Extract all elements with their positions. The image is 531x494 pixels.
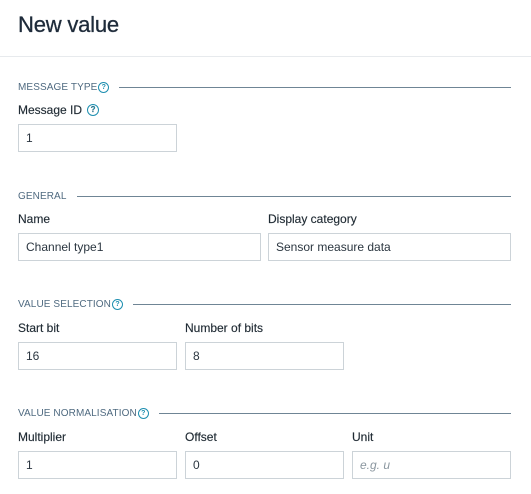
section-title-value-normalisation: VALUE NORMALISATION xyxy=(18,407,137,419)
section-title-general: GENERAL xyxy=(18,190,67,202)
name-label: Name xyxy=(18,212,51,226)
unit-input[interactable]: e.g. u xyxy=(352,451,511,479)
number-of-bits-input[interactable]: 8 xyxy=(185,342,344,370)
section-value-selection: VALUE SELECTION ? xyxy=(18,297,511,311)
section-divider xyxy=(133,303,511,305)
section-general: GENERAL xyxy=(18,189,511,203)
help-icon[interactable]: ? xyxy=(112,298,124,310)
start-bit-input[interactable]: 16 xyxy=(18,342,177,370)
help-icon[interactable]: ? xyxy=(137,407,149,419)
name-input[interactable]: Channel type1 xyxy=(18,233,261,261)
section-title-value-selection: VALUE SELECTION xyxy=(18,298,112,310)
page-header: New value xyxy=(0,0,531,57)
multiplier-input[interactable]: 1 xyxy=(18,451,177,479)
help-icon[interactable]: ? xyxy=(98,81,110,93)
display-category-label: Display category xyxy=(268,212,357,226)
offset-input[interactable]: 0 xyxy=(185,451,344,479)
help-icon[interactable]: ? xyxy=(87,104,100,116)
multiplier-label: Multiplier xyxy=(18,430,67,444)
section-divider xyxy=(158,412,511,414)
offset-label: Offset xyxy=(185,430,217,444)
section-value-normalisation: VALUE NORMALISATION ? xyxy=(18,406,511,420)
section-message-type: MESSAGE TYPE ? xyxy=(18,80,511,94)
message-id-input[interactable]: 1 xyxy=(18,124,177,152)
section-title-message-type: MESSAGE TYPE xyxy=(18,81,98,93)
start-bit-label: Start bit xyxy=(18,321,60,335)
unit-label: Unit xyxy=(352,430,374,444)
display-category-input[interactable]: Sensor measure data xyxy=(268,233,511,261)
number-of-bits-label: Number of bits xyxy=(185,321,264,335)
message-id-label: Message ID xyxy=(18,103,83,117)
message-id-label-row: Message ID ? xyxy=(18,103,100,117)
section-divider xyxy=(119,86,511,88)
page-title: New value xyxy=(18,12,119,37)
section-divider xyxy=(76,195,511,197)
